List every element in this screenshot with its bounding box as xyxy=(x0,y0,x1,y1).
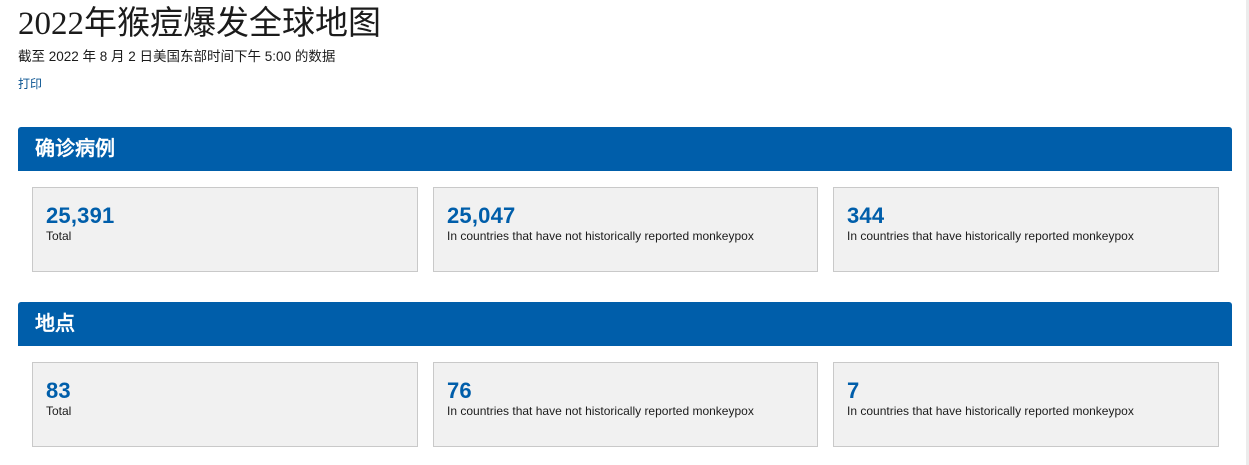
page-title: 2022年猴痘爆发全球地图 xyxy=(18,6,381,42)
section-header-confirmed-cases: 确诊病例 xyxy=(18,127,1232,171)
stat-label: In countries that have historically repo… xyxy=(847,229,1134,243)
print-link[interactable]: 打印 xyxy=(18,76,42,92)
stat-label: Total xyxy=(46,404,72,418)
stat-card-cases-total: 25,391 Total xyxy=(32,187,418,272)
stat-label: In countries that have not historically … xyxy=(447,404,754,418)
stat-label: Total xyxy=(46,229,72,243)
stat-card-locations-non-endemic: 76 In countries that have not historical… xyxy=(433,362,818,447)
stat-label: In countries that have not historically … xyxy=(447,229,754,243)
stat-value: 25,047 xyxy=(447,203,516,228)
stat-card-locations-total: 83 Total xyxy=(32,362,418,447)
stat-card-cases-non-endemic: 25,047 In countries that have not histor… xyxy=(433,187,818,272)
data-date-subtitle: 截至 2022 年 8 月 2 日美国东部时间下午 5:00 的数据 xyxy=(18,49,336,64)
stat-card-cases-endemic: 344 In countries that have historically … xyxy=(833,187,1219,272)
stat-value: 83 xyxy=(46,378,71,403)
stat-value: 344 xyxy=(847,203,885,228)
stat-value: 76 xyxy=(447,378,472,403)
stat-value: 7 xyxy=(847,378,860,403)
section-header-locations: 地点 xyxy=(18,302,1232,346)
stat-card-locations-endemic: 7 In countries that have historically re… xyxy=(833,362,1219,447)
stat-label: In countries that have historically repo… xyxy=(847,404,1134,418)
stat-value: 25,391 xyxy=(46,203,115,228)
